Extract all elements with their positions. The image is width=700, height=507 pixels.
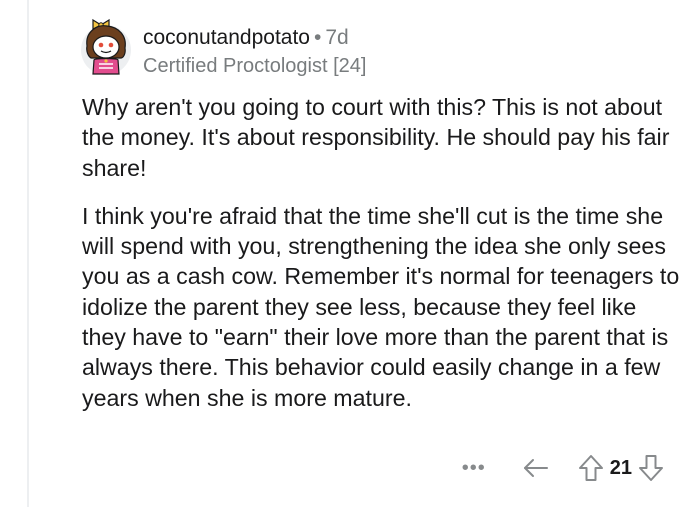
downvote-arrow-icon[interactable]: [638, 454, 664, 482]
vote-count: 21: [609, 456, 632, 479]
comment-paragraph-1: Why aren't you going to court with this?…: [82, 94, 670, 181]
snoo-avatar-icon: [81, 18, 131, 75]
user-flair: Certified Proctologist [24]: [143, 55, 367, 77]
more-options-icon[interactable]: •••: [460, 458, 488, 478]
avatar[interactable]: [79, 14, 133, 78]
comment: coconutandpotato • 7d Certified Proctologi…: [0, 0, 700, 507]
comment-body: Why aren't you going to court with this?…: [82, 92, 682, 413]
meta-separator: •: [313, 26, 322, 49]
comment-actions: ••• 21: [460, 453, 664, 483]
reply-arrow-icon[interactable]: [522, 456, 550, 480]
comment-meta: coconutandpotato • 7d: [143, 26, 366, 50]
comment-paragraph-2: I think you're afraid that the time she'…: [82, 202, 680, 411]
upvote-arrow-icon[interactable]: [578, 454, 604, 482]
username-link[interactable]: coconutandpotato: [143, 26, 310, 49]
comment-age[interactable]: 7d: [325, 26, 348, 49]
comment-header: coconutandpotato • 7d Certified Proctologi…: [143, 26, 366, 78]
